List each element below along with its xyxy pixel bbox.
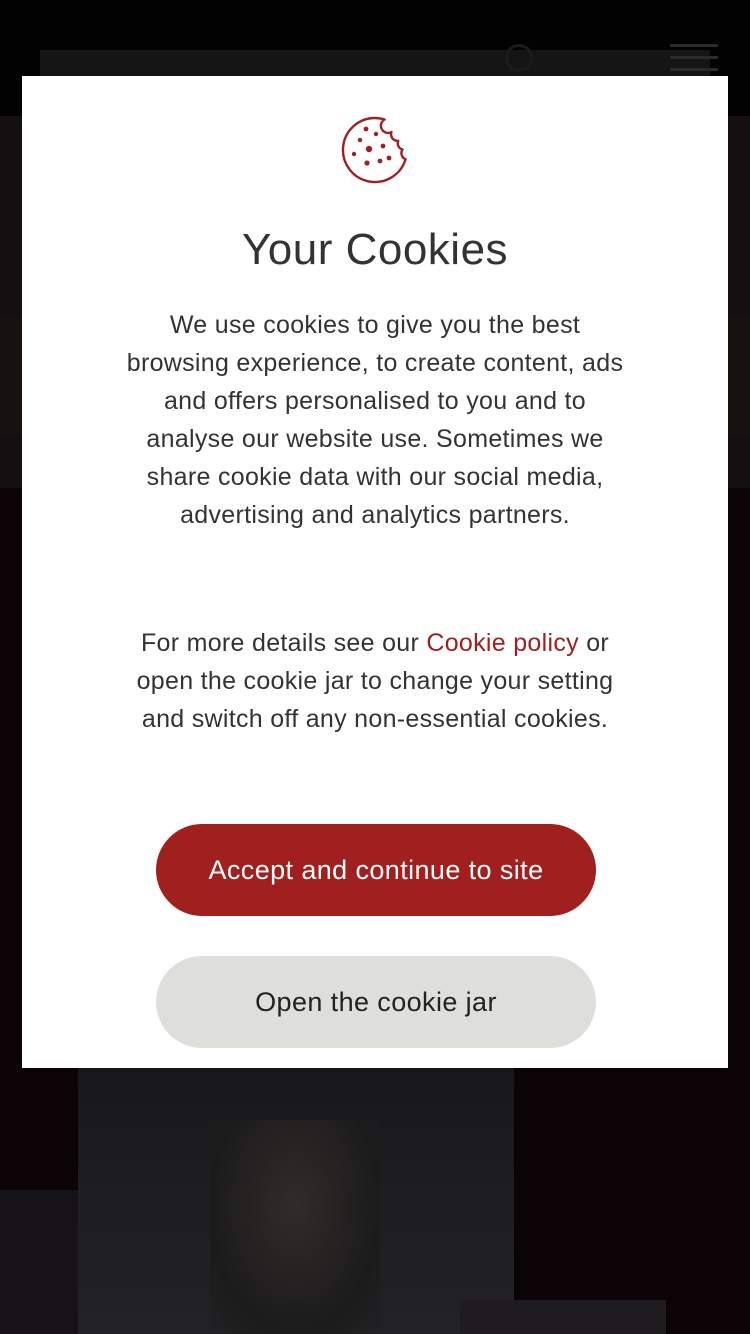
open-cookie-jar-button[interactable]: Open the cookie jar	[156, 956, 596, 1048]
background-photo-shade	[0, 1190, 90, 1334]
background-photo-strip	[460, 1300, 666, 1334]
background-photo-figure	[210, 1120, 380, 1334]
cookie-modal-title: Your Cookies	[241, 225, 509, 274]
cookie-details: For more details see our Cookie policy o…	[117, 624, 633, 738]
cookie-icon	[341, 116, 407, 184]
cookie-description: We use cookies to give you the best brow…	[126, 311, 624, 529]
cookie-policy-link[interactable]: Cookie policy	[426, 629, 579, 657]
accept-cookies-button[interactable]: Accept and continue to site	[156, 824, 596, 916]
cookie-consent-modal: Your Cookies We use cookies to give you …	[22, 76, 728, 1068]
hamburger-menu-icon	[670, 44, 718, 74]
search-icon	[505, 44, 533, 72]
cookie-details-prefix: For more details see our	[140, 629, 427, 657]
